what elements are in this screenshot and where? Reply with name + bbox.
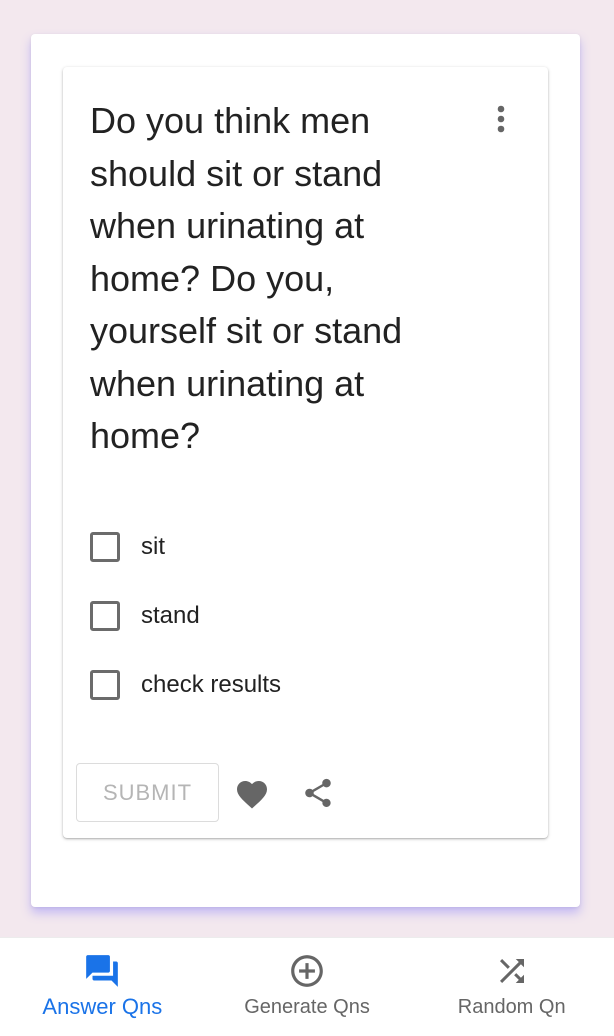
heart-icon	[237, 780, 267, 809]
card-actions: SUBMIT	[76, 763, 536, 822]
option-checkbox[interactable]	[90, 600, 120, 631]
share-button[interactable]	[293, 768, 343, 818]
submit-button[interactable]: SUBMIT	[76, 763, 219, 822]
nav-label: Generate Qns	[244, 996, 370, 1018]
question-text: Do you think men should sit or stand whe…	[90, 100, 403, 456]
share-icon	[305, 778, 331, 807]
nav-answer-qns[interactable]: Answer Qns	[0, 938, 205, 1036]
option-checkbox[interactable]	[90, 531, 120, 562]
option-label: check results	[141, 670, 282, 698]
nav-label: Random Qn	[457, 996, 566, 1018]
option-sit[interactable]: sit	[90, 512, 510, 581]
nav-generate-qns[interactable]: Generate Qns	[205, 938, 410, 1036]
forum-icon	[82, 951, 122, 991]
option-stand[interactable]: stand	[90, 581, 510, 650]
nav-label: Answer Qns	[42, 994, 163, 1019]
option-label: stand	[141, 601, 200, 629]
nav-random-qn[interactable]: Random Qn	[409, 938, 614, 1036]
add-circle-icon	[287, 951, 327, 991]
question-card: Do you think men should sit or stand whe…	[63, 67, 548, 838]
bottom-navigation: Answer Qns Generate Qns Random Qn	[0, 937, 614, 1036]
answer-options: sit stand check results	[90, 512, 510, 719]
shuffle-icon	[492, 951, 532, 991]
option-checkbox[interactable]	[90, 669, 120, 700]
option-check-results[interactable]: check results	[90, 650, 510, 719]
more-vert-icon	[497, 105, 505, 133]
option-label: sit	[141, 532, 165, 560]
outer-card: Do you think men should sit or stand whe…	[31, 34, 580, 907]
like-button[interactable]	[227, 768, 277, 818]
more-options-button[interactable]	[481, 99, 521, 139]
